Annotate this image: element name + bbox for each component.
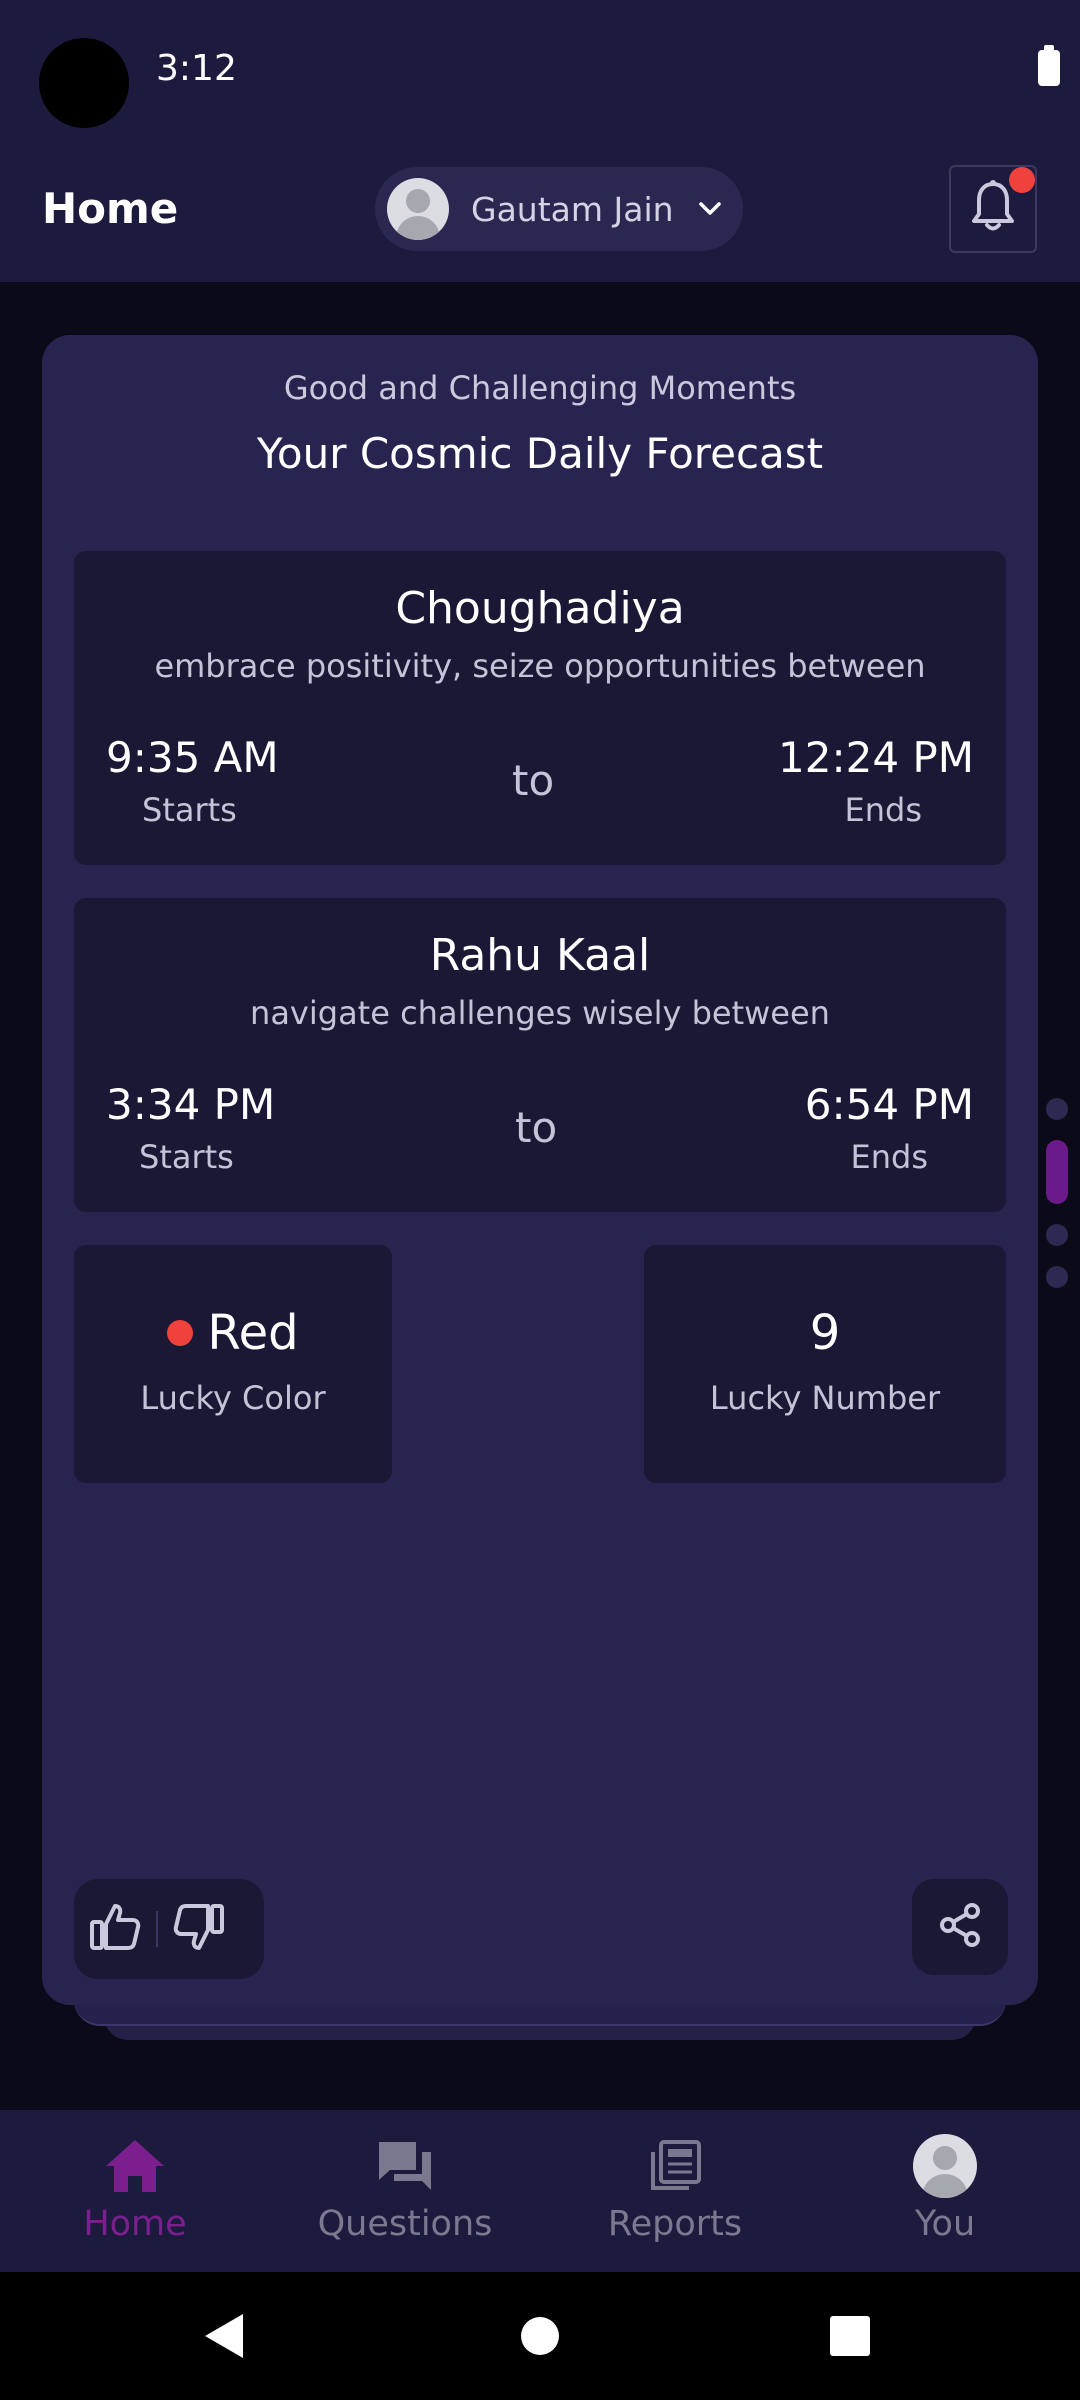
chevron-down-icon xyxy=(696,195,724,223)
rahu-kaal-start-time: 3:34 PM xyxy=(106,1080,276,1129)
pager-dot-active[interactable] xyxy=(1046,1140,1068,1204)
lucky-color-label: Lucky Color xyxy=(140,1379,326,1417)
newspaper-icon xyxy=(643,2134,707,2198)
user-switcher[interactable]: Gautam Jain xyxy=(375,167,743,251)
battery-icon xyxy=(1038,45,1060,86)
rahu-kaal-tile: Rahu Kaal navigate challenges wisely bet… xyxy=(74,898,1006,1212)
choughadiya-tile: Choughadiya embrace positivity, seize op… xyxy=(74,551,1006,865)
lucky-color-value: Red xyxy=(207,1305,299,1361)
color-swatch xyxy=(167,1320,194,1346)
home-icon xyxy=(103,2134,167,2198)
rahu-kaal-title: Rahu Kaal xyxy=(429,930,651,981)
pager-dot[interactable] xyxy=(1046,1224,1068,1246)
notifications-button[interactable] xyxy=(949,165,1037,253)
nav-reports[interactable]: Reports xyxy=(540,2110,810,2272)
rahu-kaal-to-label: to xyxy=(515,1103,558,1152)
rahu-kaal-end-label: Ends xyxy=(850,1138,928,1176)
notification-badge xyxy=(1009,167,1035,193)
user-name: Gautam Jain xyxy=(471,189,674,229)
lucky-number-value: 9 xyxy=(809,1305,841,1361)
choughadiya-start-time: 9:35 AM xyxy=(106,733,279,782)
nav-reports-label: Reports xyxy=(607,2204,743,2244)
thumbs-up-icon xyxy=(89,1902,141,1956)
card-subtitle: Good and Challenging Moments xyxy=(283,369,797,407)
choughadiya-start-label: Starts xyxy=(142,791,237,829)
pager-dot[interactable] xyxy=(1046,1266,1068,1288)
choughadiya-end-time: 12:24 PM xyxy=(778,733,974,782)
status-time: 3:12 xyxy=(156,48,237,89)
page-title: Home xyxy=(42,184,179,233)
lucky-number-label: Lucky Number xyxy=(709,1379,941,1417)
choughadiya-description: embrace positivity, seize opportunities … xyxy=(154,647,926,685)
nav-home[interactable]: Home xyxy=(0,2110,270,2272)
rahu-kaal-description: navigate challenges wisely between xyxy=(250,994,830,1032)
user-avatar xyxy=(387,178,449,240)
pager-indicator xyxy=(1046,1098,1070,1308)
nav-questions-label: Questions xyxy=(317,2204,493,2244)
nav-you[interactable]: You xyxy=(810,2110,1080,2272)
share-icon xyxy=(937,1902,983,1952)
bottom-nav: Home Questions Reports You xyxy=(0,2110,1080,2272)
forecast-card: Good and Challenging Moments Your Cosmic… xyxy=(42,335,1038,2005)
nav-home-label: Home xyxy=(83,2204,187,2244)
bell-icon xyxy=(969,180,1017,238)
nav-you-label: You xyxy=(914,2204,976,2244)
card-title: Your Cosmic Daily Forecast xyxy=(256,429,824,478)
thumbs-down-button[interactable] xyxy=(158,1879,240,1979)
home-circle-icon[interactable] xyxy=(521,2317,559,2355)
avatar-icon xyxy=(913,2134,977,2198)
rahu-kaal-end-time: 6:54 PM xyxy=(804,1080,974,1129)
lucky-color-tile: Red Lucky Color xyxy=(74,1245,392,1483)
choughadiya-title: Choughadiya xyxy=(395,583,685,634)
back-icon[interactable] xyxy=(205,2314,243,2358)
thumbs-down-icon xyxy=(173,1902,225,1956)
lucky-color-value-row: Red xyxy=(74,1305,392,1361)
status-bar: 3:12 xyxy=(0,0,1080,140)
chat-icon xyxy=(373,2134,437,2198)
pager-dot[interactable] xyxy=(1046,1098,1068,1120)
lucky-number-tile: 9 Lucky Number xyxy=(644,1245,1006,1483)
nav-questions[interactable]: Questions xyxy=(270,2110,540,2272)
rahu-kaal-start-label: Starts xyxy=(139,1138,234,1176)
share-button[interactable] xyxy=(912,1879,1008,1975)
thumbs-up-button[interactable] xyxy=(74,1879,156,1979)
app-bar: Home Gautam Jain xyxy=(0,140,1080,282)
choughadiya-to-label: to xyxy=(512,756,555,805)
system-nav-bar xyxy=(0,2272,1080,2400)
choughadiya-end-label: Ends xyxy=(844,791,922,829)
recents-icon[interactable] xyxy=(830,2316,870,2356)
feedback-group xyxy=(74,1879,264,1979)
camera-cutout xyxy=(39,38,129,128)
